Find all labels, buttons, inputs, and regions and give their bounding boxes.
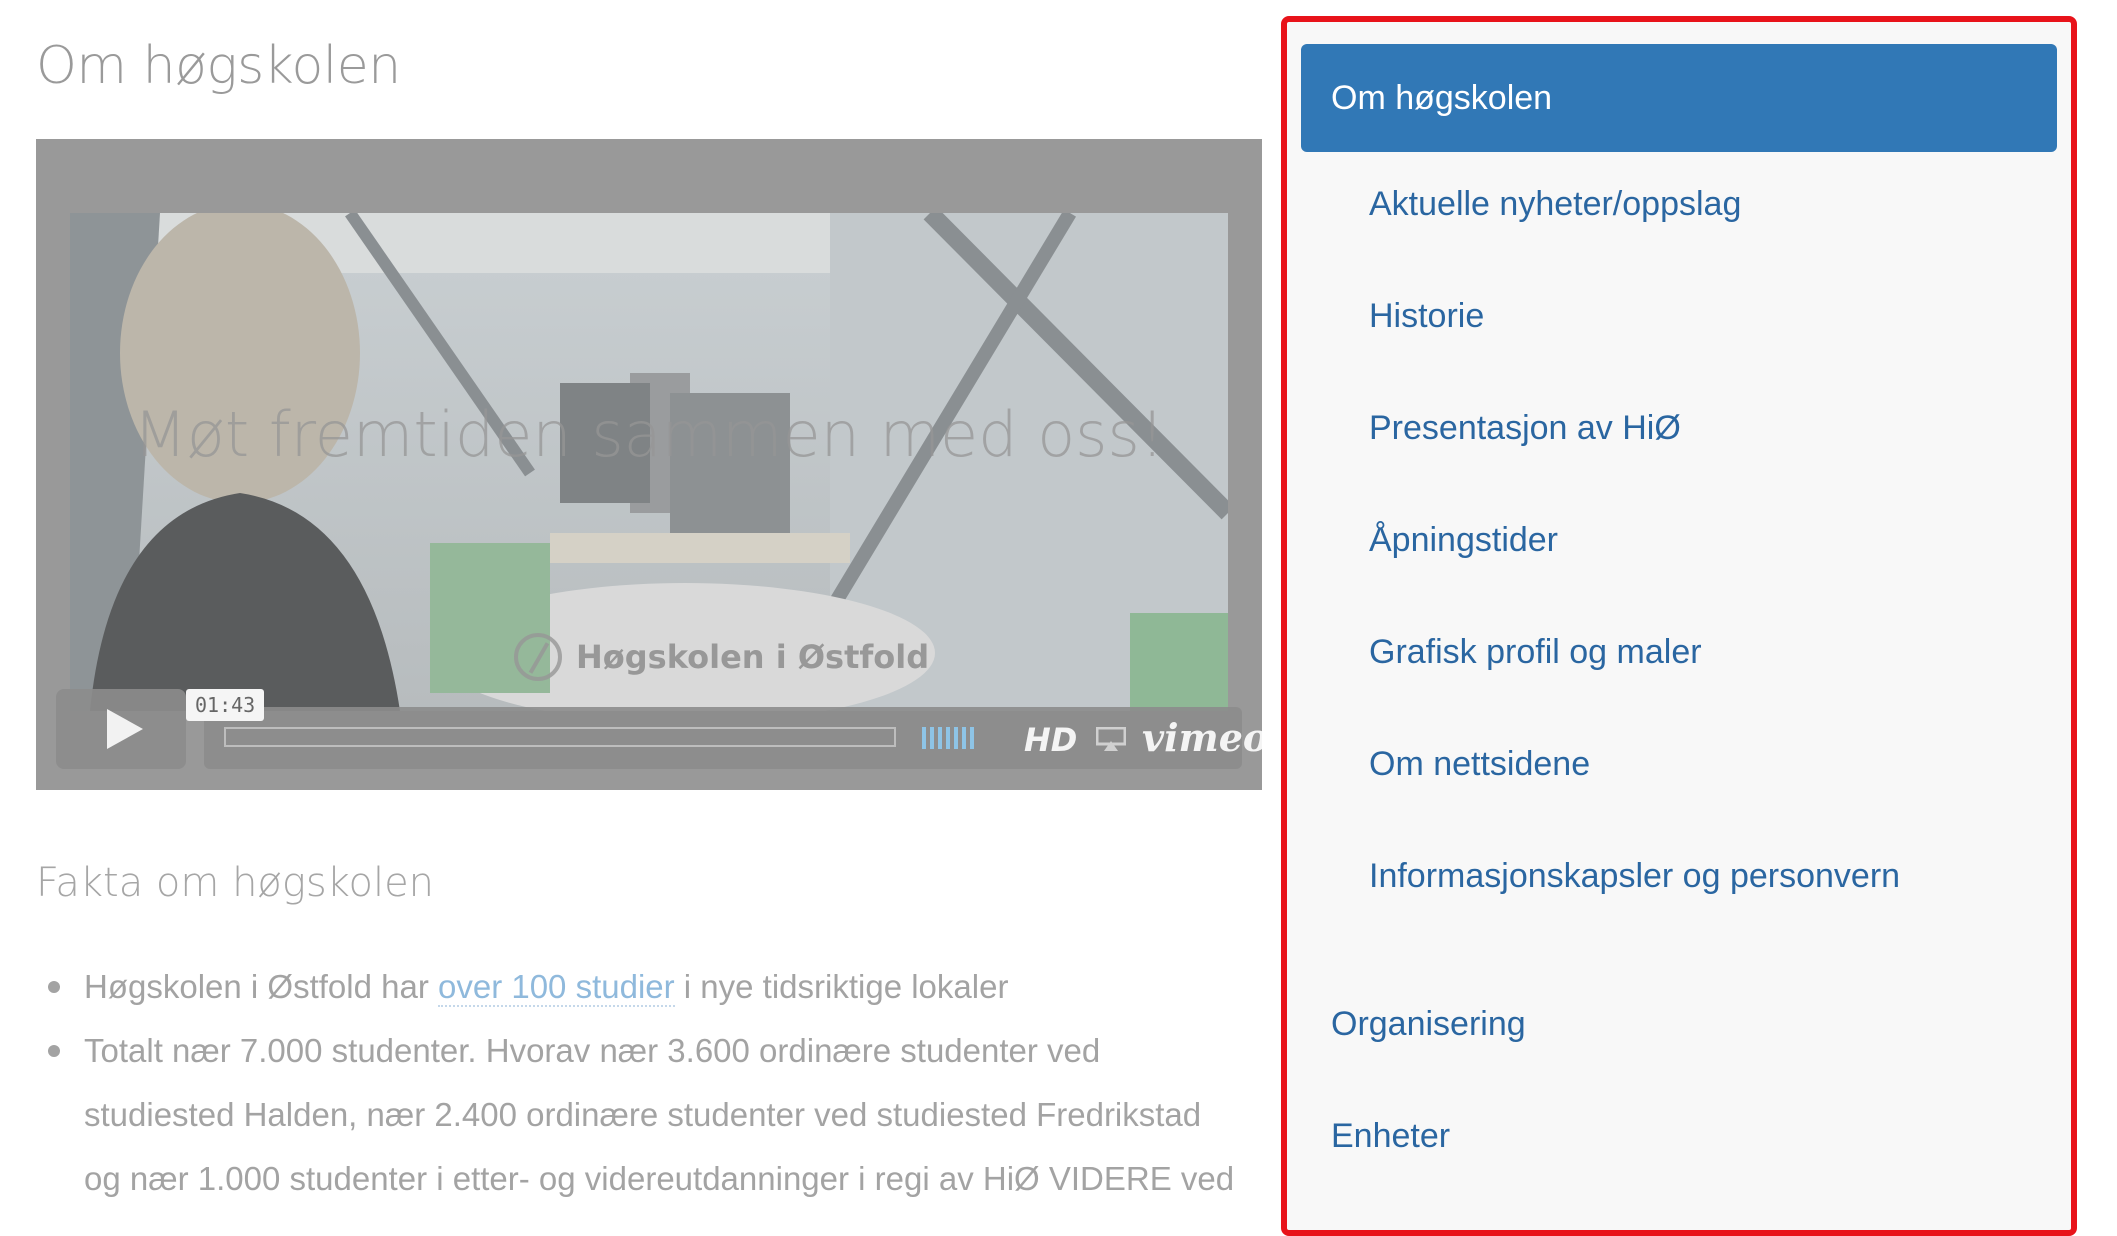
vimeo-logo[interactable]: vimeo [1142, 715, 1262, 760]
sidebar-item-informasjonskapsler[interactable]: Informasjonskapsler og personvern [1369, 857, 1900, 896]
video-still[interactable]: Møt fremtiden sammen med oss! Høgskolen … [70, 213, 1228, 711]
sidebar-item-om-hogskolen[interactable]: Om høgskolen [1301, 44, 2057, 152]
hiof-logo-icon [514, 633, 562, 681]
sidebar-item-apningstider[interactable]: Åpningstider [1369, 521, 1558, 560]
sidebar-item-organisering[interactable]: Organisering [1331, 1005, 1526, 1044]
page-title: Om høgskolen [36, 36, 401, 96]
hd-button[interactable]: HD [1024, 721, 1077, 759]
sidebar-item-historie[interactable]: Historie [1369, 297, 1484, 336]
sidebar-item-enheter[interactable]: Enheter [1331, 1117, 1450, 1156]
volume-icon[interactable] [922, 727, 974, 749]
sidebar-item-grafisk-profil[interactable]: Grafisk profil og maler [1369, 633, 1702, 672]
fact-text: Høgskolen i Østfold har [84, 968, 438, 1005]
play-icon [107, 709, 143, 749]
video-logo: Høgskolen i Østfold [514, 623, 954, 691]
list-item: Totalt nær 7.000 studenter. Hvorav nær 3… [36, 1019, 1246, 1211]
fact-text: i nye tidsriktige lokaler [674, 968, 1009, 1005]
sidebar-item-om-nettsidene[interactable]: Om nettsidene [1369, 745, 1590, 784]
video-logo-text: Høgskolen i Østfold [576, 638, 930, 676]
progress-bar[interactable] [224, 727, 896, 747]
video-controls: HD vimeo [204, 707, 1262, 769]
sidebar-item-presentasjon[interactable]: Presentasjon av HiØ [1369, 409, 1681, 448]
video-player[interactable]: Møt fremtiden sammen med oss! Høgskolen … [36, 139, 1262, 790]
airplay-icon[interactable] [1096, 727, 1126, 751]
sidebar-item-aktuelle-nyheter[interactable]: Aktuelle nyheter/oppslag [1369, 185, 1741, 224]
play-button[interactable] [56, 689, 186, 769]
facts-list: Høgskolen i Østfold har over 100 studier… [36, 955, 1246, 1211]
time-indicator: 01:43 [186, 689, 265, 721]
sidebar-nav: Om høgskolen Aktuelle nyheter/oppslag Hi… [1281, 16, 2077, 1236]
video-overlay-text: Møt fremtiden sammen med oss! [133, 398, 1165, 471]
list-item: Høgskolen i Østfold har over 100 studier… [36, 955, 1246, 1019]
section-heading: Fakta om høgskolen [36, 860, 435, 906]
studies-link[interactable]: over 100 studier [437, 968, 675, 1007]
